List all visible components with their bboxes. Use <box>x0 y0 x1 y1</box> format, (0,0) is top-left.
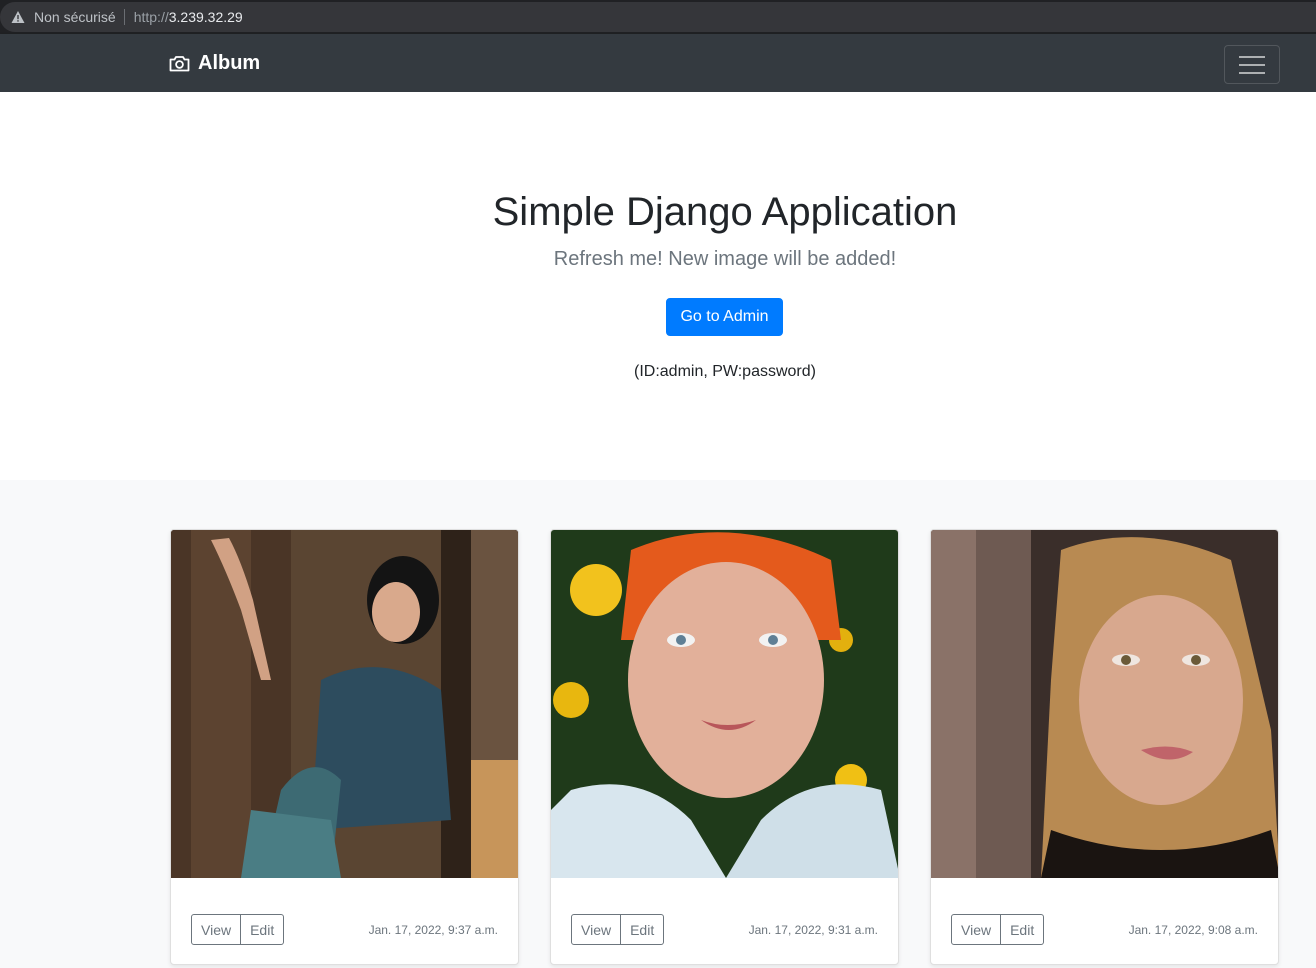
hamburger-icon-bar <box>1239 71 1265 74</box>
jumbotron: Simple Django Application Refresh me! Ne… <box>0 92 1316 480</box>
page-title: Simple Django Application <box>492 190 958 234</box>
card-body: View Edit Jan. 17, 2022, 9:31 a.m. <box>551 878 898 964</box>
card-timestamp: Jan. 17, 2022, 9:31 a.m. <box>748 923 878 937</box>
address-field[interactable]: Non sécurisé http:// 3.239.32.29 <box>0 2 1316 32</box>
card-body: View Edit Jan. 17, 2022, 9:37 a.m. <box>171 878 518 964</box>
browser-address-bar: Non sécurisé http:// 3.239.32.29 <box>0 0 1316 34</box>
card-button-group: View Edit <box>191 914 285 945</box>
warning-icon <box>11 11 25 23</box>
photo-woman-blue-shirt <box>171 530 518 878</box>
navbar-brand[interactable]: Album <box>169 52 260 75</box>
url-host: 3.239.32.29 <box>168 9 243 25</box>
album-section: View Edit Jan. 17, 2022, 9:37 a.m. View … <box>0 480 1316 968</box>
view-button[interactable]: View <box>951 914 1002 945</box>
card-timestamp: Jan. 17, 2022, 9:08 a.m. <box>1128 923 1258 937</box>
view-button[interactable]: View <box>191 914 242 945</box>
address-divider <box>123 9 125 25</box>
credentials-text: (ID:admin, PW:password) <box>634 363 816 380</box>
go-to-admin-button[interactable]: Go to Admin <box>666 298 783 336</box>
navbar-toggler-button[interactable] <box>1224 45 1280 84</box>
card-button-group: View Edit <box>951 914 1045 945</box>
card-button-group: View Edit <box>571 914 665 945</box>
album-card: View Edit Jan. 17, 2022, 9:31 a.m. <box>550 529 899 965</box>
brand-label: Album <box>198 52 261 74</box>
album-card: View Edit Jan. 17, 2022, 9:37 a.m. <box>170 529 519 965</box>
edit-button[interactable]: Edit <box>621 914 665 945</box>
url-scheme: http:// <box>133 9 169 25</box>
hamburger-icon-bar <box>1239 55 1265 58</box>
security-label: Non sécurisé <box>34 9 116 25</box>
photo-man-red-hair <box>551 530 898 878</box>
photo-woman-freckles <box>931 530 1278 878</box>
card-photo[interactable] <box>551 530 898 878</box>
lead-text: Refresh me! New image will be added! <box>553 248 897 270</box>
card-timestamp: Jan. 17, 2022, 9:37 a.m. <box>368 923 498 937</box>
hamburger-icon-bar <box>1239 63 1265 66</box>
album-card: View Edit Jan. 17, 2022, 9:08 a.m. <box>930 529 1279 965</box>
card-photo[interactable] <box>931 530 1278 878</box>
card-body: View Edit Jan. 17, 2022, 9:08 a.m. <box>931 878 1278 964</box>
edit-button[interactable]: Edit <box>1001 914 1045 945</box>
camera-icon <box>169 56 190 72</box>
view-button[interactable]: View <box>571 914 622 945</box>
edit-button[interactable]: Edit <box>241 914 285 945</box>
card-photo[interactable] <box>171 530 518 878</box>
navbar: Album <box>0 34 1316 92</box>
